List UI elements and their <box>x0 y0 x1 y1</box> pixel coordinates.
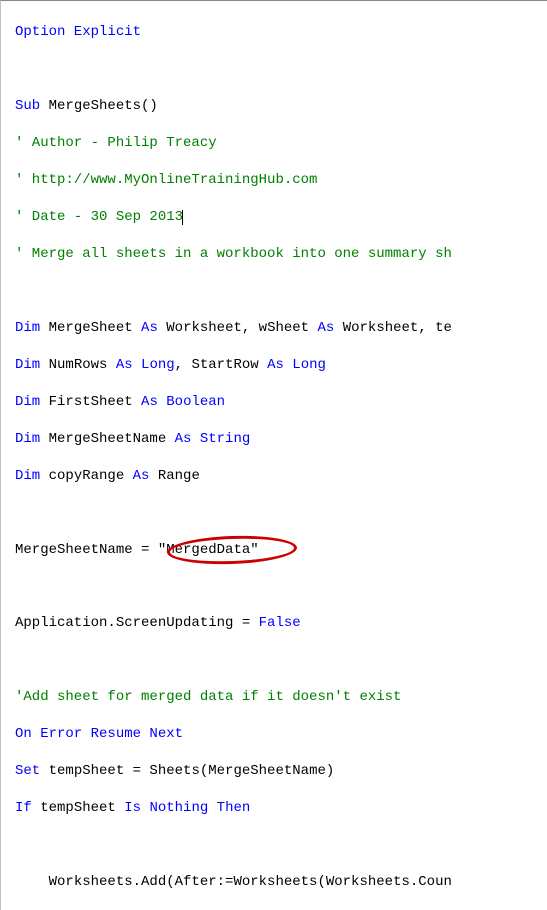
code-text: MergeSheetName <box>40 431 174 447</box>
code-text: Worksheet, te <box>334 320 452 336</box>
code-keyword: On Error Resume Next <box>15 726 183 742</box>
code-keyword: Then <box>217 800 251 816</box>
code-type: Boolean <box>158 394 225 410</box>
code-type: Long <box>133 357 175 373</box>
code-keyword: Is <box>124 800 141 816</box>
code-type: Long <box>284 357 326 373</box>
code-keyword: As <box>175 431 192 447</box>
code-type: String <box>191 431 250 447</box>
code-keyword: If <box>15 800 32 816</box>
code-keyword: Nothing <box>149 800 208 816</box>
code-text: tempSheet = Sheets(MergeSheetName) <box>40 763 334 779</box>
code-text: Application.ScreenUpdating = <box>15 615 259 631</box>
code-keyword: Dim <box>15 357 40 373</box>
text-cursor <box>182 210 183 225</box>
code-text: Range <box>149 468 199 484</box>
code-comment: ' http://www.MyOnlineTrainingHub.com <box>15 172 317 188</box>
code-text: MergeSheet <box>40 320 141 336</box>
code-editor-pane[interactable]: Option Explicit Sub MergeSheets() ' Auth… <box>0 0 547 910</box>
code-keyword: Option Explicit <box>15 24 141 40</box>
code-text: tempSheet <box>32 800 124 816</box>
code-keyword: Sub <box>15 98 40 114</box>
code-text <box>141 800 149 816</box>
code-text: MergeSheetName = <box>15 542 158 558</box>
code-keyword: Dim <box>15 431 40 447</box>
code-text: FirstSheet <box>40 394 141 410</box>
code-keyword: Dim <box>15 320 40 336</box>
code-text <box>208 800 216 816</box>
code-keyword: As <box>116 357 133 373</box>
code-keyword: As <box>141 320 158 336</box>
code-keyword: Set <box>15 763 40 779</box>
code-keyword: As <box>141 394 158 410</box>
code-comment: 'Add sheet for merged data if it doesn't… <box>15 689 401 705</box>
code-string-highlighted: "MergedData" <box>158 542 259 558</box>
code-text: Worksheet, wSheet <box>158 320 318 336</box>
code-keyword: As <box>133 468 150 484</box>
code-text: Worksheets.Add(After:=Worksheets(Workshe… <box>49 874 452 890</box>
code-keyword: As <box>267 357 284 373</box>
code-keyword: As <box>318 320 335 336</box>
code-comment: ' Date - 30 Sep 2013 <box>15 209 183 225</box>
code-keyword: Dim <box>15 394 40 410</box>
code-text: NumRows <box>40 357 116 373</box>
code-text: copyRange <box>40 468 132 484</box>
code-text: , StartRow <box>175 357 267 373</box>
code-text: MergeSheets() <box>40 98 158 114</box>
code-text <box>15 874 49 890</box>
code-keyword: Dim <box>15 468 40 484</box>
code-comment: ' Merge all sheets in a workbook into on… <box>15 246 452 262</box>
code-keyword: False <box>259 615 301 631</box>
code-comment: ' Author - Philip Treacy <box>15 135 217 151</box>
